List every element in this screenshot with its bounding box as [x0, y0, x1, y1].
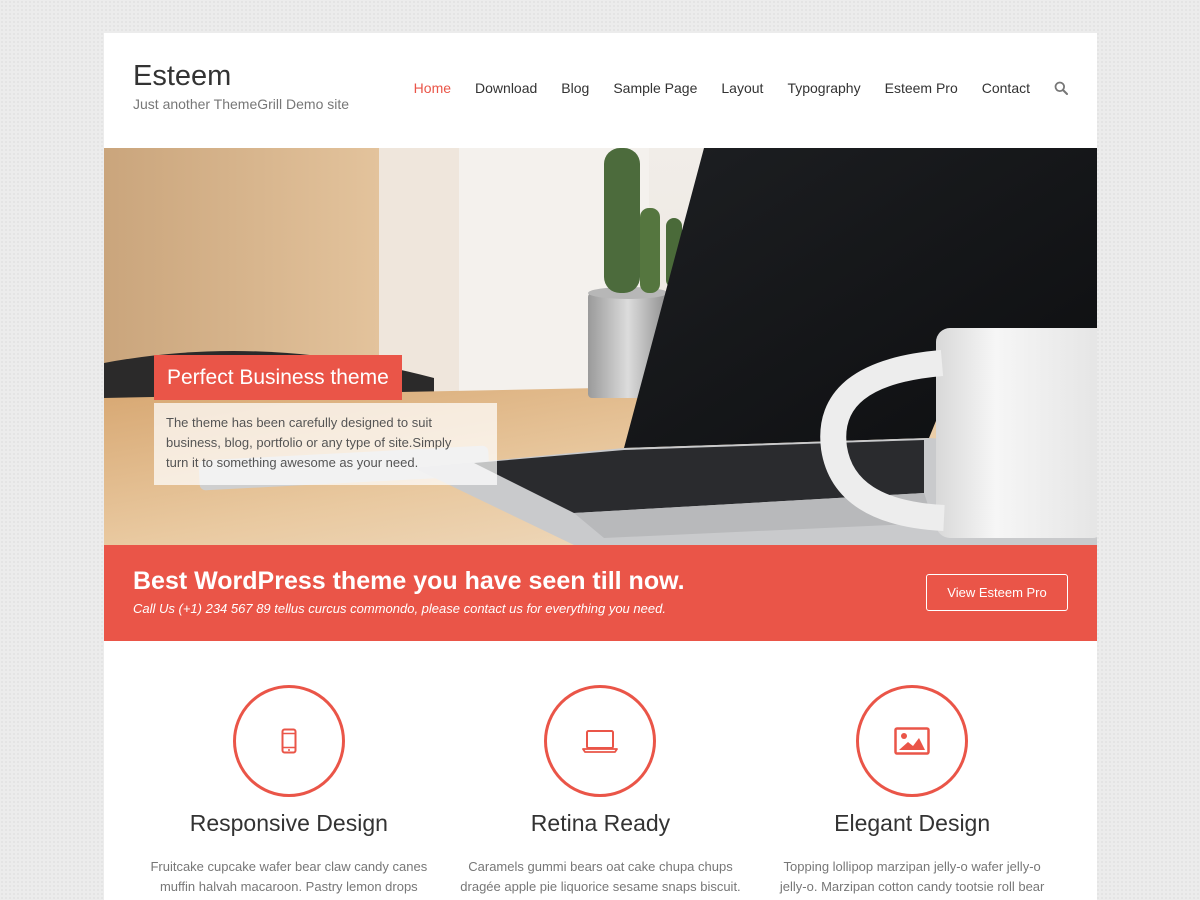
feature-text-line: dragée apple pie liquorice sesame snaps … — [460, 879, 741, 894]
hero-caption-text: The theme has been carefully designed to… — [154, 403, 497, 485]
nav-item-contact[interactable]: Contact — [982, 80, 1030, 96]
hero-caption-title: Perfect Business theme — [154, 355, 402, 400]
nav-item-typography[interactable]: Typography — [787, 80, 860, 96]
hero-image — [104, 148, 1097, 545]
feature-title: Retina Ready — [530, 810, 671, 836]
hero-caption-line: turn it to something awesome as your nee… — [166, 455, 419, 470]
feature-icon-circle[interactable] — [232, 685, 345, 797]
feature-title: Elegant Design — [834, 810, 991, 836]
site-header: Esteem Just another ThemeGrill Demo site… — [104, 33, 1097, 148]
features-section: Responsive Design Fruitcake cupcake wafe… — [133, 641, 1068, 900]
feature-icon-circle[interactable] — [544, 685, 657, 797]
feature-text-line: muffin halvah macaroon. Pastry lemon dro… — [159, 879, 418, 894]
nav-item-home[interactable]: Home — [414, 80, 451, 96]
feature-item: Responsive Design Fruitcake cupcake wafe… — [133, 641, 445, 900]
nav-item-download[interactable]: Download — [475, 80, 537, 96]
cta-title: Best WordPress theme you have seen till … — [133, 567, 685, 595]
feature-text: Caramels gummi bears oat cake chupa chup… — [445, 857, 757, 897]
hero-caption-line: business, blog, portfolio or any type of… — [166, 435, 452, 450]
feature-text: Topping lollipop marzipan jelly-o wafer … — [756, 857, 1068, 897]
feature-text-line: jelly-o. Marzipan cotton candy tootsie r… — [779, 879, 1045, 894]
cta-subtitle: Call Us (+1) 234 567 89 tellus curcus co… — [133, 601, 666, 616]
mobile-icon — [281, 728, 297, 754]
search-icon[interactable] — [1054, 81, 1068, 95]
hero-slider: Perfect Business theme The theme has bee… — [104, 148, 1097, 545]
site-title[interactable]: Esteem — [133, 60, 231, 93]
feature-item: Elegant Design Topping lollipop marzipan… — [756, 641, 1068, 900]
main-navigation: Home Download Blog Sample Page Layout Ty… — [390, 80, 1068, 96]
nav-item-blog[interactable]: Blog — [561, 80, 589, 96]
laptop-icon — [582, 730, 619, 753]
nav-item-layout[interactable]: Layout — [721, 80, 763, 96]
feature-icon-circle[interactable] — [856, 685, 969, 797]
feature-text-line: Caramels gummi bears oat cake chupa chup… — [468, 859, 733, 874]
feature-text-line: Topping lollipop marzipan jelly-o wafer … — [783, 859, 1041, 874]
feature-text-line: Fruitcake cupcake wafer bear claw candy … — [150, 859, 428, 874]
nav-item-sample-page[interactable]: Sample Page — [613, 80, 697, 96]
feature-text: Fruitcake cupcake wafer bear claw candy … — [133, 857, 445, 897]
feature-item: Retina Ready Caramels gummi bears oat ca… — [445, 641, 757, 900]
call-to-action-bar: Best WordPress theme you have seen till … — [104, 545, 1097, 641]
hero-caption-line: The theme has been carefully designed to… — [166, 415, 432, 430]
site-description: Just another ThemeGrill Demo site — [133, 96, 350, 112]
feature-title: Responsive Design — [189, 810, 388, 836]
page-container: Esteem Just another ThemeGrill Demo site… — [104, 33, 1097, 900]
view-esteem-pro-button[interactable]: View Esteem Pro — [926, 574, 1068, 611]
nav-item-esteem-pro[interactable]: Esteem Pro — [885, 80, 958, 96]
image-icon — [894, 727, 930, 755]
